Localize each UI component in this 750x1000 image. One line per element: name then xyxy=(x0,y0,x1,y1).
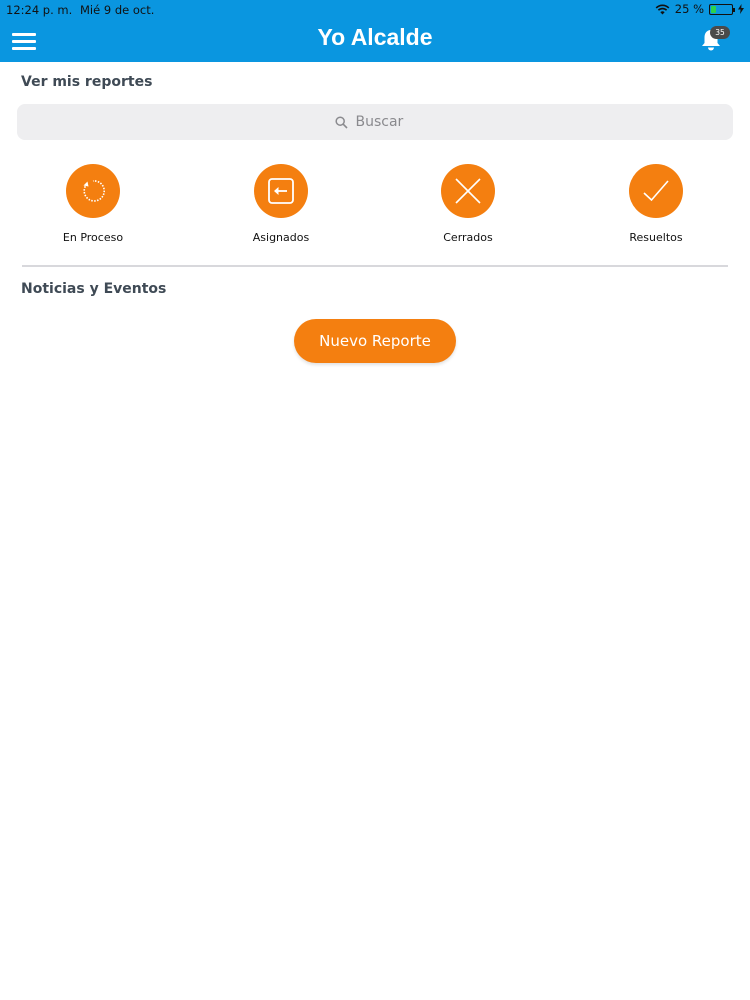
category-circle xyxy=(441,164,495,218)
notifications-button[interactable]: 35 xyxy=(700,26,730,54)
close-x-icon xyxy=(455,178,481,204)
search-bar[interactable] xyxy=(17,104,733,140)
status-bar: 12:24 p. m. Mié 9 de oct. 25 % xyxy=(0,0,750,20)
reports-section-title: Ver mis reportes xyxy=(21,74,153,90)
battery-icon xyxy=(709,3,735,15)
category-resueltos[interactable]: Resueltos xyxy=(596,164,716,244)
app-header: 12:24 p. m. Mié 9 de oct. 25 % Yo Alcald… xyxy=(0,0,750,62)
status-date: Mié 9 de oct. xyxy=(80,3,155,17)
section-divider xyxy=(22,265,728,267)
checkmark-icon xyxy=(643,180,669,202)
battery-percent: 25 % xyxy=(674,2,704,16)
notification-badge: 35 xyxy=(710,26,730,39)
charging-icon xyxy=(738,4,744,14)
new-report-button[interactable]: Nuevo Reporte xyxy=(294,319,456,363)
status-right: 25 % xyxy=(655,2,744,16)
category-label: En Proceso xyxy=(62,231,124,244)
wifi-icon xyxy=(655,4,670,14)
category-label: Cerrados xyxy=(443,231,493,244)
category-label: Resueltos xyxy=(629,231,683,244)
assigned-arrow-icon xyxy=(268,178,294,204)
battery-fill xyxy=(711,5,716,13)
search-input[interactable] xyxy=(355,114,416,130)
category-asignados[interactable]: Asignados xyxy=(221,164,341,244)
search-icon xyxy=(334,115,348,129)
app-title: Yo Alcalde xyxy=(317,24,433,50)
category-circle xyxy=(254,164,308,218)
category-en-proceso[interactable]: En Proceso xyxy=(33,164,153,244)
category-label: Asignados xyxy=(252,231,310,244)
category-circle xyxy=(629,164,683,218)
status-time: 12:24 p. m. xyxy=(6,3,73,17)
news-section-title: Noticias y Eventos xyxy=(21,281,167,297)
category-circle xyxy=(66,164,120,218)
refresh-icon xyxy=(83,180,105,202)
category-cerrados[interactable]: Cerrados xyxy=(408,164,528,244)
